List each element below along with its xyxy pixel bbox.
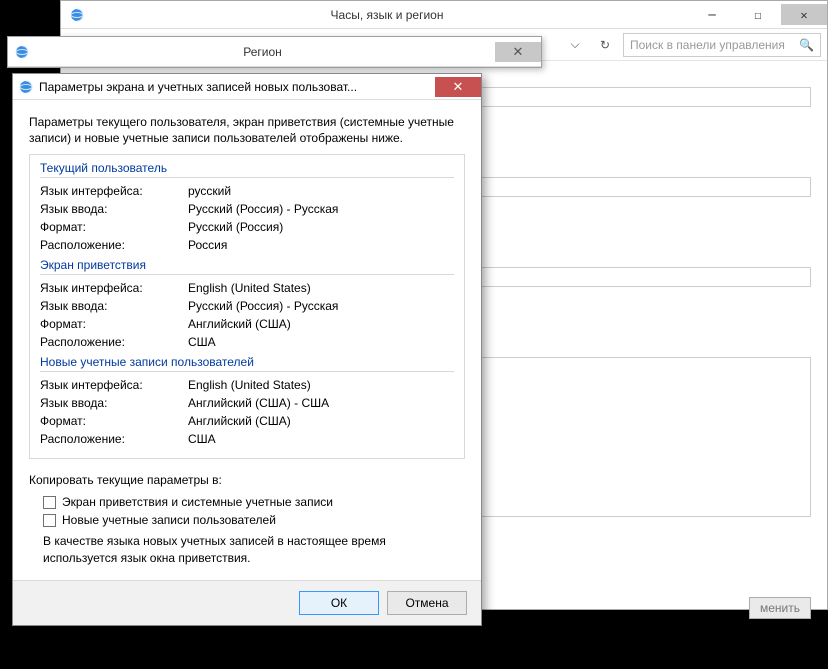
kv-row: Формат:Русский (Россия) (40, 218, 454, 236)
globe-icon (69, 7, 85, 23)
kv-row: Язык ввода:Английский (США) - США (40, 394, 454, 412)
globe-icon (14, 44, 30, 60)
bg-window-buttons: ─ ☐ ✕ (689, 4, 827, 25)
copy-settings-label: Копировать текущие параметры в: (29, 473, 465, 487)
kv-value: Русский (Россия) - Русская (188, 299, 454, 313)
kv-key: Расположение: (40, 432, 188, 446)
apply-button[interactable]: менить (749, 597, 811, 619)
kv-value: русский (188, 184, 454, 198)
kv-key: Формат: (40, 414, 188, 428)
kv-key: Язык ввода: (40, 299, 188, 313)
kv-row: Расположение:Россия (40, 236, 454, 254)
globe-icon (19, 80, 33, 94)
kv-key: Язык интерфейса: (40, 281, 188, 295)
ok-button[interactable]: ОК (299, 591, 379, 615)
kv-value: Английский (США) (188, 317, 454, 331)
kv-row: Язык интерфейса:русский (40, 182, 454, 200)
kv-value: Русский (Россия) (188, 220, 454, 234)
bg-window-title: Часы, язык и регион (85, 8, 689, 22)
kv-row: Язык ввода:Русский (Россия) - Русская (40, 297, 454, 315)
kv-row: Язык ввода:Русский (Россия) - Русская (40, 200, 454, 218)
dlg-body: Параметры текущего пользователя, экран п… (13, 100, 481, 580)
kv-value: Английский (США) - США (188, 396, 454, 410)
kv-key: Формат: (40, 220, 188, 234)
region-window: Регион ✕ (7, 36, 542, 68)
settings-dialog: Параметры экрана и учетных записей новых… (12, 73, 482, 626)
checkbox-label: Новые учетные записи пользователей (62, 513, 276, 527)
checkbox-label: Экран приветствия и системные учетные за… (62, 495, 333, 509)
search-placeholder: Поиск в панели управления (630, 38, 785, 52)
kv-value: Россия (188, 238, 454, 252)
bg-titlebar: Часы, язык и регион ─ ☐ ✕ (61, 1, 827, 29)
minimize-button[interactable]: ─ (689, 4, 735, 25)
section-head-current: Текущий пользователь (40, 161, 454, 178)
settings-group: Текущий пользователь Язык интерфейса:рус… (29, 154, 465, 459)
kv-row: Язык интерфейса:English (United States) (40, 376, 454, 394)
kv-row: Формат:Английский (США) (40, 315, 454, 333)
checkbox-new-users[interactable]: Новые учетные записи пользователей (43, 513, 465, 527)
search-icon: 🔍 (799, 38, 814, 52)
kv-value: English (United States) (188, 378, 454, 392)
kv-key: Формат: (40, 317, 188, 331)
breadcrumb-dropdown-icon[interactable]: ⌵ (563, 33, 587, 57)
dlg-titlebar: Параметры экрана и учетных записей новых… (13, 74, 481, 100)
close-button[interactable]: ✕ (781, 4, 827, 25)
kv-row: Расположение:США (40, 430, 454, 448)
dlg-footer: ОК Отмена (13, 580, 481, 625)
kv-value: English (United States) (188, 281, 454, 295)
kv-value: США (188, 335, 454, 349)
checkbox-icon (43, 496, 56, 509)
kv-value: США (188, 432, 454, 446)
kv-key: Язык ввода: (40, 202, 188, 216)
kv-row: Формат:Английский (США) (40, 412, 454, 430)
kv-value: Русский (Россия) - Русская (188, 202, 454, 216)
dlg-title: Параметры экрана и учетных записей новых… (39, 80, 435, 94)
maximize-button[interactable]: ☐ (735, 4, 781, 25)
kv-value: Английский (США) (188, 414, 454, 428)
checkbox-welcome-screen[interactable]: Экран приветствия и системные учетные за… (43, 495, 465, 509)
intro-text: Параметры текущего пользователя, экран п… (29, 114, 465, 146)
kv-row: Язык интерфейса:English (United States) (40, 279, 454, 297)
kv-row: Расположение:США (40, 333, 454, 351)
mid-titlebar: Регион ✕ (8, 37, 541, 67)
reload-icon[interactable]: ↻ (593, 33, 617, 57)
kv-key: Язык ввода: (40, 396, 188, 410)
kv-key: Язык интерфейса: (40, 184, 188, 198)
section-head-newusers: Новые учетные записи пользователей (40, 351, 454, 372)
kv-key: Расположение: (40, 335, 188, 349)
close-button[interactable]: ✕ (435, 77, 481, 97)
search-input[interactable]: Поиск в панели управления 🔍 (623, 33, 821, 57)
checkbox-icon (43, 514, 56, 527)
mid-window-title: Регион (30, 45, 495, 59)
section-head-welcome: Экран приветствия (40, 254, 454, 275)
note-text: В качестве языка новых учетных записей в… (43, 533, 413, 565)
close-button[interactable]: ✕ (495, 42, 541, 62)
kv-key: Расположение: (40, 238, 188, 252)
cancel-button[interactable]: Отмена (387, 591, 467, 615)
kv-key: Язык интерфейса: (40, 378, 188, 392)
